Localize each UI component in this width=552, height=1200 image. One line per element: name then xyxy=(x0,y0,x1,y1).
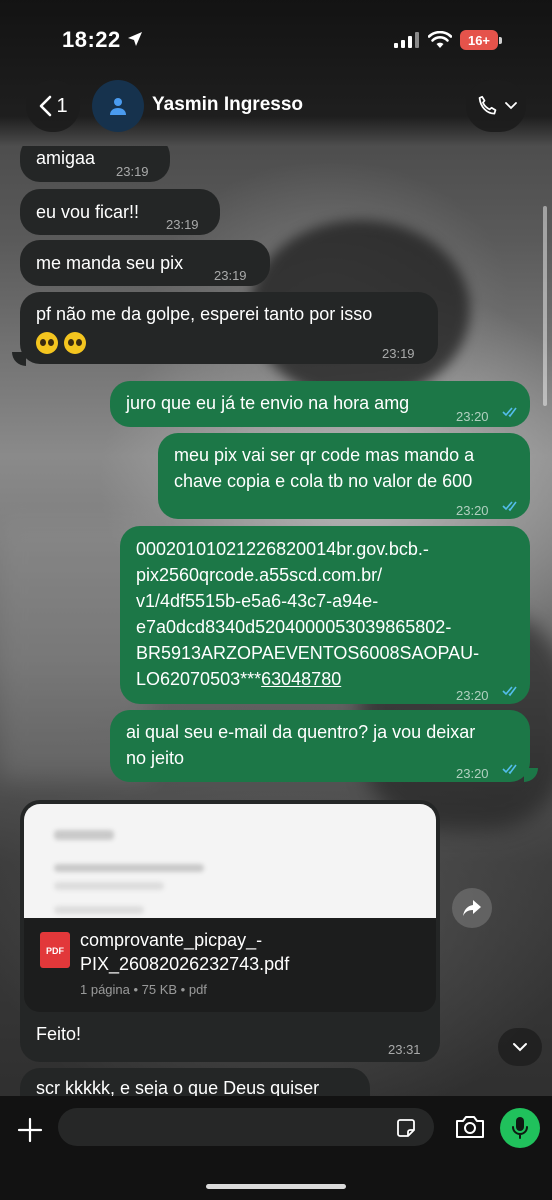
unread-count: 1 xyxy=(56,94,68,117)
outgoing-message[interactable]: ai qual seu e-mail da quentro? ja vou de… xyxy=(110,710,530,782)
home-indicator xyxy=(206,1184,346,1189)
location-arrow-icon xyxy=(128,32,142,46)
outgoing-message[interactable]: 00020101021226820014br.gov.bcb.- pix2560… xyxy=(120,526,530,704)
scroll-to-bottom-button[interactable] xyxy=(498,1028,542,1066)
message-text: scr kkkkk, e seja o que Deus quiser xyxy=(36,1078,320,1096)
phone-number-link[interactable]: 63048780 xyxy=(261,669,341,689)
message-time: 23:20 xyxy=(456,766,489,781)
pdf-file-icon: PDF xyxy=(40,932,70,968)
forward-icon xyxy=(463,900,481,916)
pix-code-text: 00020101021226820014br.gov.bcb.- pix2560… xyxy=(136,536,479,692)
document-meta: 1 página • 75 KB • pdf xyxy=(80,982,207,997)
incoming-message[interactable]: pf não me da golpe, esperei tanto por is… xyxy=(20,292,438,364)
message-text: juro que eu já te envio na hora amg xyxy=(126,393,410,413)
message-time: 23:19 xyxy=(116,164,149,179)
cellular-signal-icon xyxy=(394,32,419,48)
sticker-icon xyxy=(397,1119,415,1137)
preview-blur xyxy=(54,830,114,840)
document-info[interactable]: PDF comprovante_picpay_- PIX_26082026232… xyxy=(24,918,436,1012)
outgoing-message[interactable]: meu pix vai ser qr code mas mando a chav… xyxy=(158,433,530,519)
incoming-message[interactable]: scr kkkkk, e seja o que Deus quiser xyxy=(20,1068,370,1096)
chat-header: 1 Yasmin Ingresso xyxy=(0,80,552,146)
pix-code-line: 00020101021226820014br.gov.bcb.- xyxy=(136,539,429,559)
phone-icon xyxy=(478,95,497,115)
microphone-icon xyxy=(512,1117,528,1139)
message-text-line: meu pix vai ser qr code mas mando a xyxy=(174,445,475,465)
message-text: pf não me da golpe, esperei tanto por is… xyxy=(36,304,373,324)
wifi-icon xyxy=(428,31,452,48)
message-text: Feito! xyxy=(36,1024,82,1044)
document-preview[interactable] xyxy=(24,804,436,918)
battery-icon: 16+ xyxy=(460,30,498,50)
incoming-message[interactable]: amigaa 23:19 xyxy=(20,146,170,182)
document-name-line: comprovante_picpay_- xyxy=(80,930,263,950)
preview-blur xyxy=(54,906,144,914)
read-receipt-icon xyxy=(502,501,517,512)
battery-tip xyxy=(499,36,502,44)
forward-button[interactable] xyxy=(452,888,492,928)
message-time: 23:31 xyxy=(388,1042,421,1057)
avatar[interactable] xyxy=(92,80,144,132)
bubble-tail xyxy=(12,352,26,366)
plus-icon xyxy=(17,1117,43,1143)
message-composer xyxy=(0,1096,552,1200)
pleading-face-emoji xyxy=(64,332,86,355)
read-receipt-icon xyxy=(502,764,517,775)
bubble-tail xyxy=(524,768,538,782)
status-bar: 18:22 16+ xyxy=(0,0,552,80)
document-name: comprovante_picpay_- PIX_26082026232743.… xyxy=(80,928,410,976)
message-time: 23:19 xyxy=(382,346,415,361)
read-receipt-icon xyxy=(502,686,517,697)
battery-indicator: 16+ xyxy=(460,30,502,50)
attach-button[interactable] xyxy=(14,1114,46,1146)
chevron-left-icon xyxy=(40,95,52,117)
pix-code-line-text: LO62070503*** xyxy=(136,669,262,689)
chevron-down-icon xyxy=(513,1043,527,1052)
pix-code-line: BR5913ARZOPAEVENTOS6008SAOPAU- xyxy=(136,643,480,663)
pix-code-line: e7a0dcd8340d5204000053039865802- xyxy=(136,617,452,637)
message-text-line: ai qual seu e-mail da quentro? ja vou de… xyxy=(126,722,476,742)
message-text-line: chave copia e cola tb no valor de 600 xyxy=(174,471,473,491)
scrollbar[interactable] xyxy=(543,206,547,406)
pix-code-line: LO62070503***63048780 xyxy=(136,666,479,692)
preview-blur xyxy=(54,882,164,890)
chat-messages[interactable]: amigaa 23:19 eu vou ficar!! 23:19 me man… xyxy=(0,146,552,1096)
status-time: 18:22 xyxy=(62,27,121,52)
message-emojis xyxy=(36,330,92,355)
back-button[interactable]: 1 xyxy=(26,80,80,132)
chevron-down-icon xyxy=(505,102,517,110)
sticker-button[interactable] xyxy=(394,1116,418,1140)
person-icon xyxy=(110,98,126,115)
voice-message-button[interactable] xyxy=(500,1108,540,1148)
camera-button[interactable] xyxy=(454,1114,488,1142)
document-name-line: PIX_26082026232743.pdf xyxy=(80,954,290,974)
message-input[interactable] xyxy=(58,1108,434,1146)
message-time: 23:20 xyxy=(456,503,489,518)
camera-icon xyxy=(456,1116,484,1138)
message-time: 23:19 xyxy=(214,268,247,283)
message-text-line: no jeito xyxy=(126,748,185,768)
call-button[interactable] xyxy=(466,80,526,132)
pleading-face-emoji xyxy=(36,332,58,355)
contact-name[interactable]: Yasmin Ingresso xyxy=(152,94,303,116)
battery-level: 16+ xyxy=(467,32,491,48)
outgoing-message[interactable]: juro que eu já te envio na hora amg 23:2… xyxy=(110,381,530,427)
preview-blur xyxy=(54,864,204,872)
message-text: me manda seu pix xyxy=(36,253,184,273)
status-indicators: 16+ xyxy=(394,30,502,50)
message-text: eu vou ficar!! xyxy=(36,202,140,222)
message-text: amigaa xyxy=(36,148,96,168)
incoming-message[interactable]: eu vou ficar!! 23:19 xyxy=(20,189,220,235)
incoming-message[interactable]: me manda seu pix 23:19 xyxy=(20,240,270,286)
message-time: 23:20 xyxy=(456,688,489,703)
message-time: 23:19 xyxy=(166,217,199,232)
read-receipt-icon xyxy=(502,407,517,418)
message-time: 23:20 xyxy=(456,409,489,424)
incoming-document-message[interactable]: PDF comprovante_picpay_- PIX_26082026232… xyxy=(20,800,440,1062)
pix-code-line: pix2560qrcode.a55scd.com.br/ xyxy=(136,565,383,585)
pdf-icon-label: PDF xyxy=(46,946,64,956)
pix-code-line: v1/4df5515b-e5a6-43c7-a94e- xyxy=(136,591,379,611)
